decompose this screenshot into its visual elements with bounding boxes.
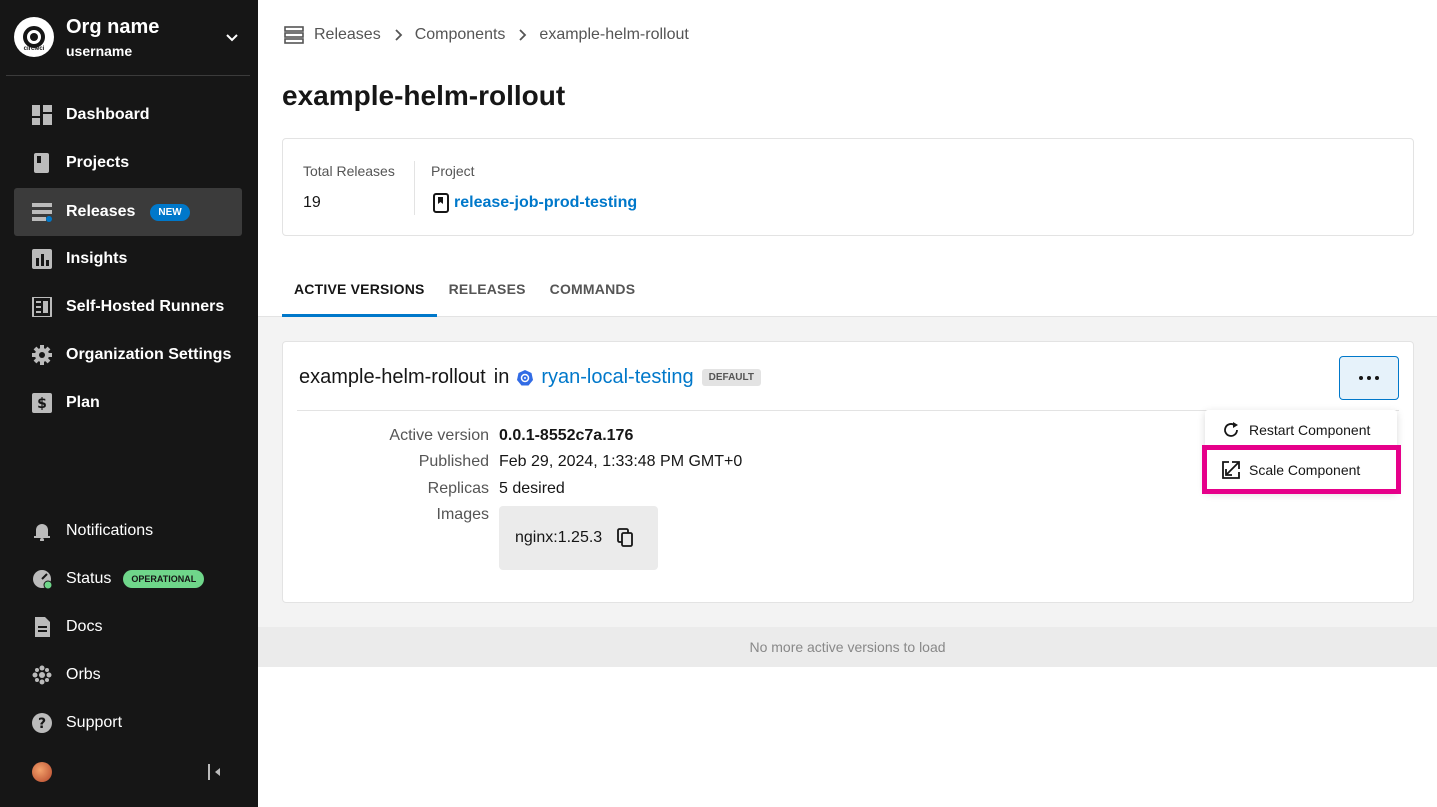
project-label: Project [431, 163, 475, 179]
empty-area [258, 667, 1437, 807]
sidebar-item-label: Self-Hosted Runners [66, 298, 225, 315]
help-icon: ? [32, 713, 52, 733]
tab-releases[interactable]: RELEASES [437, 272, 538, 317]
in-text: in [493, 366, 510, 388]
runners-icon [32, 297, 52, 317]
highlight-box [1202, 445, 1401, 494]
new-badge: NEW [150, 203, 190, 221]
tab-bar: ACTIVE VERSIONS RELEASES COMMANDS [282, 272, 647, 317]
sidebar-item-label: Releases [66, 203, 136, 220]
page-title: example-helm-rollout [282, 80, 566, 111]
default-badge: DEFAULT [701, 369, 761, 386]
sidebar-item-notifications[interactable]: Notifications [14, 507, 242, 555]
breadcrumb-components[interactable]: Components [415, 26, 506, 44]
breadcrumb-current: example-helm-rollout [539, 26, 689, 43]
dashboard-icon [32, 105, 52, 125]
sidebar-item-label: Projects [66, 154, 130, 171]
active-version-label: Active version [389, 427, 489, 444]
total-releases-label: Total Releases [303, 163, 395, 179]
sidebar-item-organization-settings[interactable]: Organization Settings [14, 331, 242, 379]
header-area: Releases Components example-helm-rollout… [258, 0, 1437, 317]
sidebar-item-dashboard[interactable]: Dashboard [14, 91, 242, 139]
total-releases-value: 19 [303, 194, 321, 211]
restart-icon [1224, 422, 1238, 437]
sidebar-item-plan[interactable]: $ Plan [14, 379, 242, 427]
releases-icon [32, 202, 52, 222]
sidebar-item-label: Orbs [66, 666, 101, 683]
sidebar-item-projects[interactable]: Projects [14, 139, 242, 187]
avatar[interactable] [32, 762, 52, 782]
sidebar-item-orbs[interactable]: Orbs [14, 651, 242, 699]
component-name: example-helm-rollout [299, 366, 486, 388]
project-link-text[interactable]: release-job-prod-testing [454, 194, 637, 212]
sidebar-item-label: Docs [66, 618, 103, 635]
sidebar-item-label: Insights [66, 250, 128, 267]
tab-active-versions[interactable]: ACTIVE VERSIONS [282, 272, 437, 317]
sidebar-item-label: Organization Settings [66, 346, 232, 363]
sidebar-item-label: Notifications [66, 522, 154, 539]
copy-icon[interactable] [617, 528, 634, 548]
sidebar-item-docs[interactable]: Docs [14, 603, 242, 651]
component-header: example-helm-rollout in ryan-local-testi… [299, 366, 761, 389]
main-content: Releases Components example-helm-rollout… [258, 0, 1437, 807]
restart-component-item[interactable]: Restart Component [1205, 410, 1397, 450]
collapse-sidebar-icon[interactable] [205, 762, 223, 782]
sidebar-item-label: Plan [66, 394, 100, 411]
status-badge: OPERATIONAL [123, 570, 205, 588]
replicas-label: Replicas [427, 480, 489, 497]
sidebar: circleci Org name username Dashboard Pro… [0, 0, 258, 807]
published-value: Feb 29, 2024, 1:33:48 PM GMT+0 [499, 453, 743, 470]
no-more-versions: No more active versions to load [258, 627, 1437, 667]
active-version-value: 0.0.1-8552c7a.176 [499, 427, 634, 444]
breadcrumb: Releases Components example-helm-rollout [284, 24, 689, 46]
svg-text:?: ? [38, 716, 46, 732]
images-label: Images [436, 506, 489, 523]
chevron-right-icon [393, 28, 403, 42]
ellipsis-icon [1359, 376, 1379, 380]
breadcrumb-releases[interactable]: Releases [314, 26, 381, 44]
sidebar-item-releases[interactable]: Releases NEW [14, 188, 242, 236]
sidebar-item-runners[interactable]: Self-Hosted Runners [14, 283, 242, 331]
image-name: nginx:1.25.3 [515, 529, 603, 546]
org-logo-text: circleci [23, 46, 45, 52]
insights-icon [32, 249, 52, 269]
svg-text:$: $ [37, 396, 47, 412]
image-chip: nginx:1.25.3 [499, 506, 658, 570]
releases-icon [284, 26, 304, 44]
sidebar-item-insights[interactable]: Insights [14, 235, 242, 283]
kubernetes-icon [517, 369, 534, 385]
sidebar-item-support[interactable]: ? Support [14, 699, 242, 747]
published-label: Published [418, 453, 489, 470]
divider [414, 161, 415, 215]
gear-icon [32, 345, 52, 365]
projects-icon [32, 153, 52, 173]
chevron-down-icon[interactable] [222, 28, 242, 48]
bell-icon [32, 521, 52, 541]
sidebar-item-label: Dashboard [66, 106, 150, 123]
org-logo: circleci [14, 17, 54, 57]
org-switcher[interactable]: circleci Org name username [6, 6, 250, 76]
orbs-icon [32, 665, 52, 685]
project-link[interactable]: release-job-prod-testing [433, 193, 637, 213]
org-name: Org name [66, 16, 160, 38]
replicas-value: 5 desired [499, 480, 565, 497]
status-icon [32, 569, 52, 589]
environment-link[interactable]: ryan-local-testing [541, 366, 693, 389]
more-options-button[interactable] [1339, 356, 1399, 400]
tab-commands[interactable]: COMMANDS [538, 272, 648, 317]
chevron-right-icon [517, 28, 527, 42]
sidebar-item-label: Status [66, 570, 112, 587]
sidebar-item-status[interactable]: Status OPERATIONAL [14, 555, 242, 603]
sidebar-item-label: Support [66, 714, 123, 731]
menu-item-label: Restart Component [1249, 422, 1371, 438]
summary-panel: Total Releases 19 Project release-job-pr… [282, 138, 1414, 236]
org-username: username [66, 43, 133, 59]
project-icon [433, 193, 449, 213]
docs-icon [32, 617, 52, 637]
dollar-icon: $ [32, 393, 52, 413]
